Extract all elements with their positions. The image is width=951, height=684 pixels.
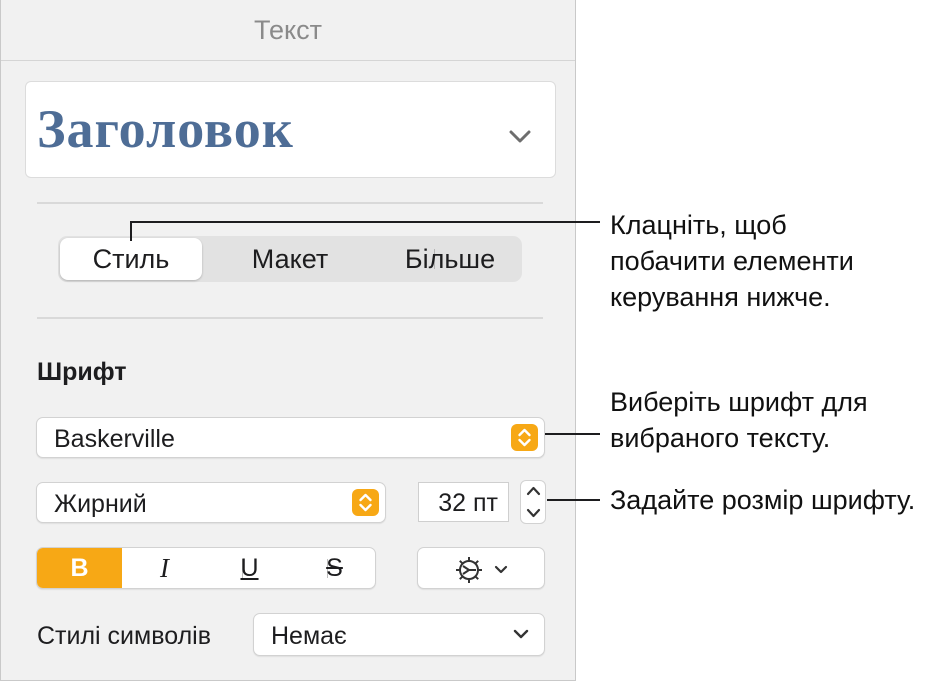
character-styles-popup[interactable]: Немає [253,613,545,656]
font-size-stepper [520,480,546,524]
text-inspector-panel: Текст Заголовок Стиль Макет Більше Шрифт… [0,0,576,681]
character-style-value: Немає [271,622,347,650]
font-size-field[interactable]: 32 пт [418,482,509,522]
tab-style[interactable]: Стиль [60,238,202,280]
increase-size-button[interactable] [521,481,545,502]
panel-title: Текст [1,0,575,61]
character-styles-label: Стилі символів [37,622,211,650]
chevron-up-icon [526,486,541,496]
font-size-value: 32 пт [438,489,498,517]
callout-line: Виберіть шрифт для [610,387,868,417]
callout-line: Задайте розмір шрифту. [610,485,916,515]
chevron-down-icon [494,565,508,574]
chevron-down-icon [513,629,529,639]
gear-icon [456,557,482,583]
callout-line: побачити елементи [610,246,854,276]
updown-arrows-icon [511,424,538,451]
decrease-size-button[interactable] [521,502,545,523]
underline-button[interactable]: U [207,548,292,588]
font-section-title: Шрифт [37,358,127,386]
typeface-value: Жирний [54,490,147,518]
updown-arrows-icon [352,489,379,516]
paragraph-style-name: Заголовок [37,99,294,159]
callout-line: Клацніть, щоб [610,210,787,240]
callout-leader-line [547,499,600,501]
divider [37,317,543,319]
italic-button[interactable]: I [122,548,207,588]
callout-leader-line [545,433,600,435]
callout-font: Виберіть шрифт для вибраного тексту. [610,384,868,456]
callout-leader-line [130,221,132,241]
callout-size: Задайте розмір шрифту. [610,482,915,518]
text-format-buttons: B I U S [36,547,376,589]
callout-tabs: Клацніть, щоб побачити елементи керуванн… [610,207,854,315]
callout-line: керування нижче. [610,282,831,312]
divider [37,202,543,204]
advanced-options-button[interactable] [417,547,545,589]
tab-layout[interactable]: Макет [218,236,362,282]
callout-leader-line [130,221,600,223]
tab-more[interactable]: Більше [388,236,512,282]
font-family-value: Baskerville [54,425,175,453]
screenshot: Текст Заголовок Стиль Макет Більше Шрифт… [0,0,951,684]
chevron-down-icon [526,508,541,518]
inspector-tabs: Стиль Макет Більше [58,236,522,282]
font-family-popup[interactable]: Baskerville [36,417,545,458]
strikethrough-button[interactable]: S [292,548,375,588]
bold-button[interactable]: B [37,548,122,588]
paragraph-style-selector[interactable]: Заголовок [25,81,556,178]
callout-line: вибраного тексту. [610,423,831,453]
typeface-popup[interactable]: Жирний [36,482,386,523]
chevron-down-icon [509,130,531,143]
